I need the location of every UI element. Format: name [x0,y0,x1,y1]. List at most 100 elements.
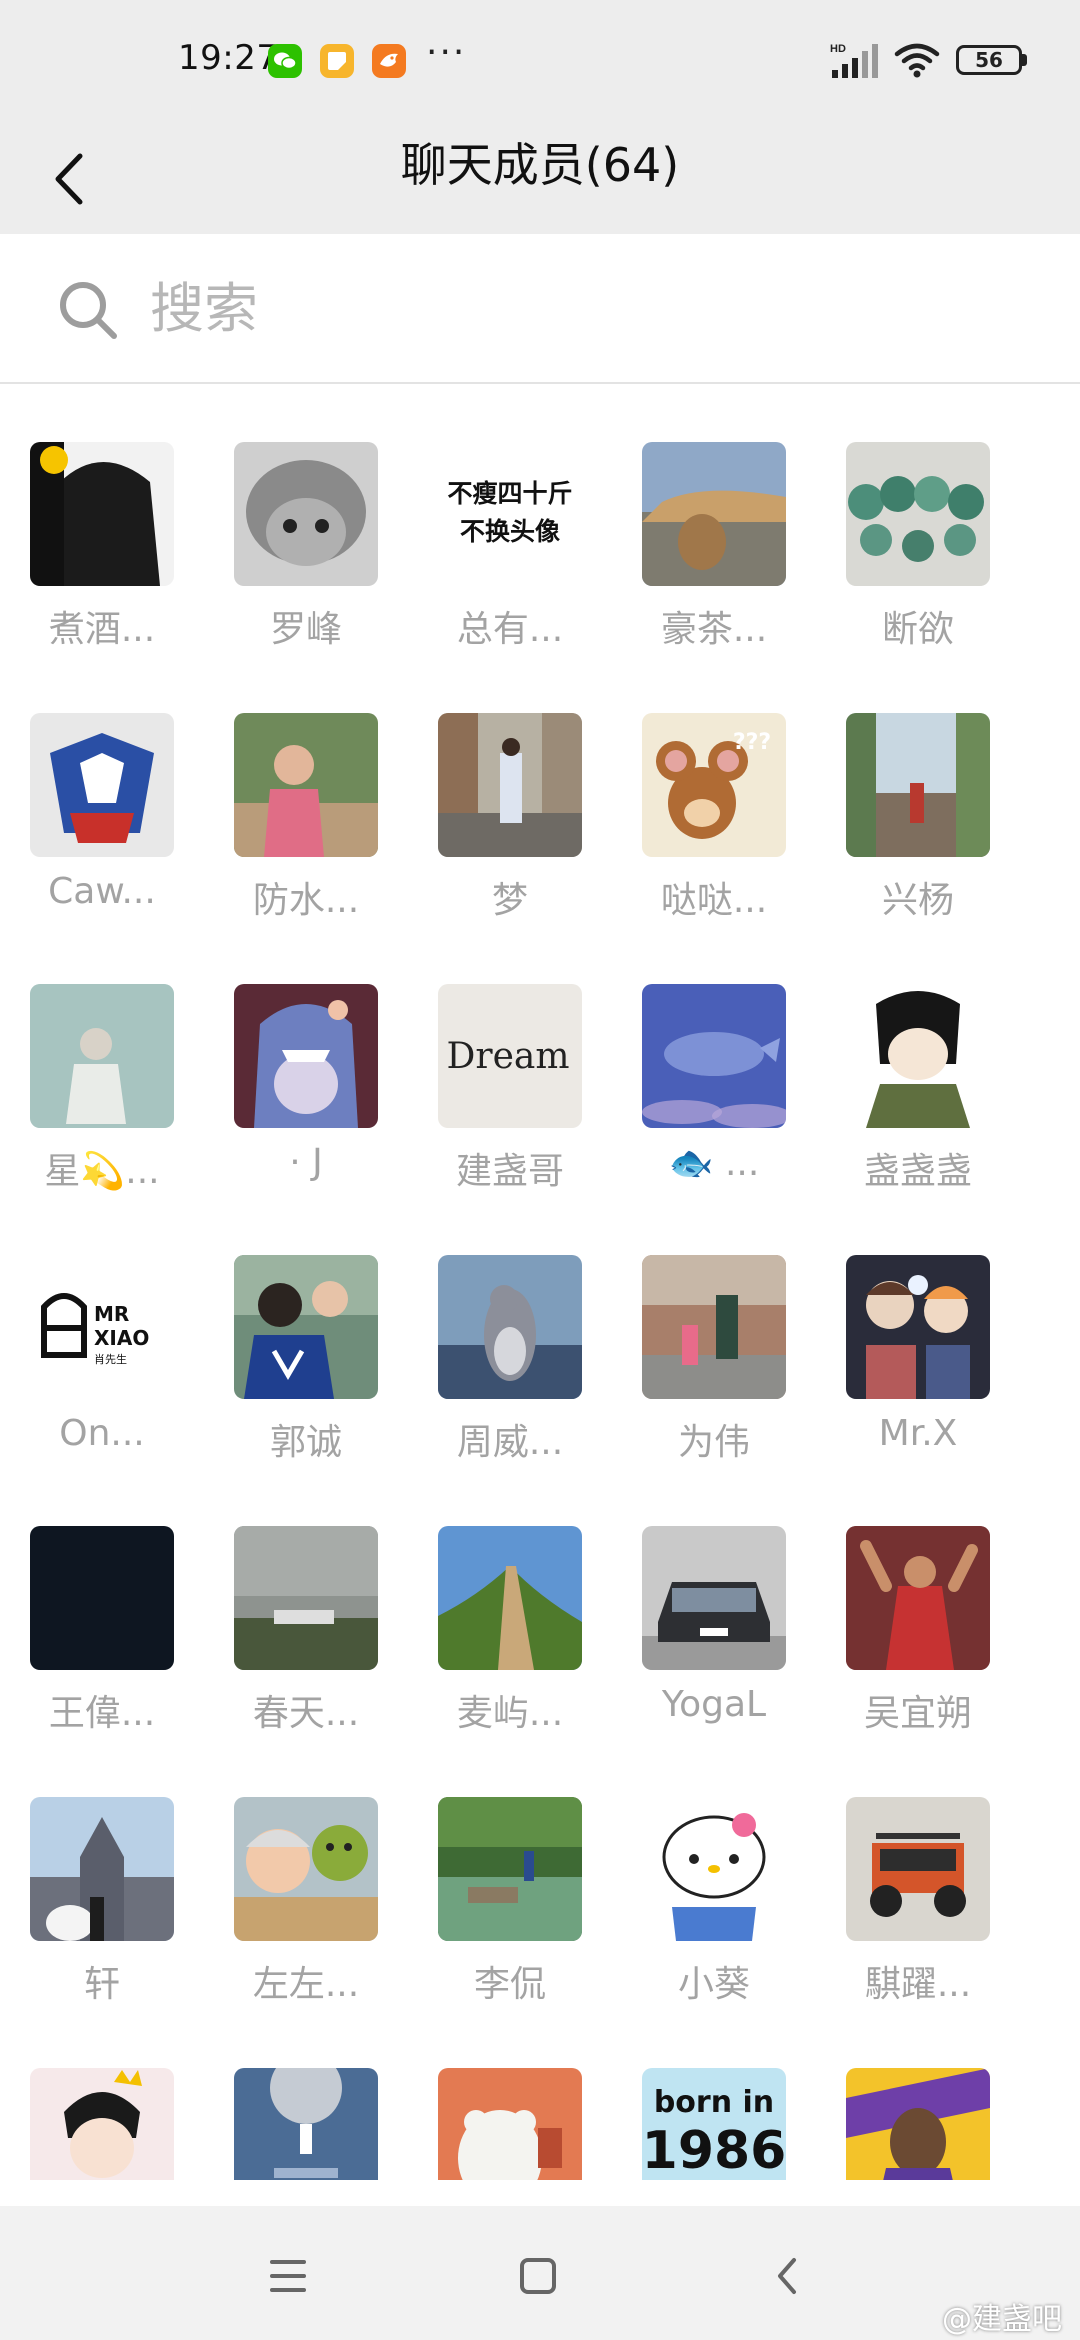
family-photo-avatar[interactable] [234,1255,378,1399]
member-name: 小葵 [677,1964,750,2005]
home-button[interactable] [498,2236,578,2316]
anime-soldier-avatar[interactable] [846,984,990,1128]
member-item[interactable]: 吴宜朔 [816,1526,1020,1756]
member-item[interactable] [816,2068,1020,2180]
born-in-text-avatar[interactable]: born in 1986 [642,2068,786,2180]
car-photo-avatar[interactable] [642,1526,786,1670]
member-name: 盏盏盏 [863,1151,972,1192]
cellular-signal-icon: HD [830,43,878,78]
gundam-avatar[interactable] [30,713,174,857]
battery-level: 56 [975,48,1003,72]
member-item[interactable]: 小葵 [612,1797,816,2027]
member-item[interactable]: Mr.X [816,1255,1020,1485]
anime-boy-avatar[interactable] [30,2068,174,2180]
bear-cartoon-avatar[interactable] [438,2068,582,2180]
text-avatar[interactable]: 不瘦四十斤 不换头像 [438,442,582,586]
dark-avatar[interactable] [30,1526,174,1670]
tabby-cat-avatar-image [642,442,786,586]
member-item[interactable]: YogaL [612,1526,816,1756]
gray-cat-avatar[interactable] [234,442,378,586]
member-item[interactable]: 春天... [204,1526,408,1756]
member-item[interactable]: 麦屿... [408,1526,612,1756]
member-name: 吴宜朔 [863,1693,972,1734]
member-item[interactable]: 煮酒... [0,442,204,672]
member-item[interactable]: 騏躍... [816,1797,1020,2027]
walking-photo-avatar[interactable] [642,1255,786,1399]
family-photo-avatar-image [234,1255,378,1399]
avatar-text: XIAO [94,1326,149,1350]
member-name: 兴杨 [881,880,954,921]
member-item[interactable]: 周威... [408,1255,612,1485]
member-item[interactable]: MR XIAO 肖先生 On... [0,1255,204,1485]
whale-illustration-avatar[interactable] [642,984,786,1128]
child-photo-avatar[interactable] [234,713,378,857]
basketball-player-avatar[interactable] [846,2068,990,2180]
member-item[interactable]: Dream 建盏哥 [408,984,612,1214]
member-name: 断欲 [881,609,954,650]
page-title: 聊天成员(64) [400,138,680,192]
menu-icon [270,2260,306,2292]
member-item[interactable]: 🐟 ... [612,984,816,1214]
stairs-photo-avatar[interactable] [846,713,990,857]
avatar-text: Dream [447,1036,570,1077]
member-item[interactable]: 为伟 [612,1255,816,1485]
system-back-button[interactable] [748,2236,828,2316]
member-item[interactable]: 左左... [204,1797,408,2027]
member-item[interactable]: Caw... [0,713,204,943]
wechat-icon [268,44,302,78]
shark-cartoon-avatar[interactable] [234,984,378,1128]
ink-portrait-avatar-image [30,442,174,586]
anime-duo-avatar[interactable] [846,1255,990,1399]
street-photo-avatar[interactable] [438,713,582,857]
jade-bracelet-avatar[interactable] [846,442,990,586]
member-item[interactable] [408,2068,612,2180]
ink-portrait-avatar[interactable] [30,442,174,586]
search-input[interactable] [150,270,1010,346]
member-name: On... [59,1413,145,1454]
misty-child-avatar[interactable] [30,984,174,1128]
church-wedding-avatar[interactable] [30,1797,174,1941]
basketball-anime-avatar[interactable] [846,1526,990,1670]
member-name: 春天... [252,1693,360,1734]
member-item[interactable]: 兴杨 [816,713,1020,943]
cartoon-cat-avatar[interactable] [438,1255,582,1399]
moon-illustration-avatar[interactable] [234,2068,378,2180]
mr-xiao-logo-avatar[interactable]: MR XIAO 肖先生 [30,1255,174,1399]
member-item[interactable]: born in 1986 [612,2068,816,2180]
member-item[interactable]: 盏盏盏 [816,984,1020,1214]
member-item[interactable]: 不瘦四十斤 不换头像 总有... [408,442,612,672]
member-item[interactable]: ??? 哒哒... [612,713,816,943]
member-item[interactable]: 防水... [204,713,408,943]
child-photo-avatar-image [234,713,378,857]
member-item[interactable]: 梦 [408,713,612,943]
foggy-landscape-avatar[interactable] [234,1526,378,1670]
member-item[interactable] [0,2068,204,2180]
member-grid[interactable]: 煮酒... 罗峰 不瘦四十斤 不换头像 总有... 豪茶... 断欲 Caw... 防水... 梦… [0,384,1080,2180]
member-item[interactable]: 李侃 [408,1797,612,2027]
avatar-text: MR [94,1302,129,1326]
jeep-avatar[interactable] [846,1797,990,1941]
baby-shrek-avatar[interactable] [234,1797,378,1941]
cartoon-mouse-avatar[interactable]: ??? [642,713,786,857]
member-item[interactable]: 王偉... [0,1526,204,1756]
member-name: 周威... [456,1422,564,1463]
watermark-text: @建盏吧 [942,2302,1062,2337]
member-item[interactable]: 罗峰 [204,442,408,672]
member-item[interactable]: 断欲 [816,442,1020,672]
member-item[interactable]: 星💫... [0,984,204,1214]
menu-button[interactable] [248,2236,328,2316]
great-wall-avatar[interactable] [438,1526,582,1670]
avatar-text: 1986 [642,2121,786,2180]
river-photo-avatar[interactable] [438,1797,582,1941]
member-item[interactable]: 轩 [0,1797,204,2027]
tabby-cat-avatar[interactable] [642,442,786,586]
member-item[interactable]: 豪茶... [612,442,816,672]
member-item[interactable]: 郭诚 [204,1255,408,1485]
home-square-icon [520,2258,556,2294]
dream-script-avatar[interactable]: Dream [438,984,582,1128]
member-item[interactable]: · J [204,984,408,1214]
member-name: 建盏哥 [455,1151,564,1192]
member-item[interactable] [204,2068,408,2180]
hello-kitty-avatar[interactable] [642,1797,786,1941]
system-nav-bar: @建盏吧 [0,2206,1080,2340]
